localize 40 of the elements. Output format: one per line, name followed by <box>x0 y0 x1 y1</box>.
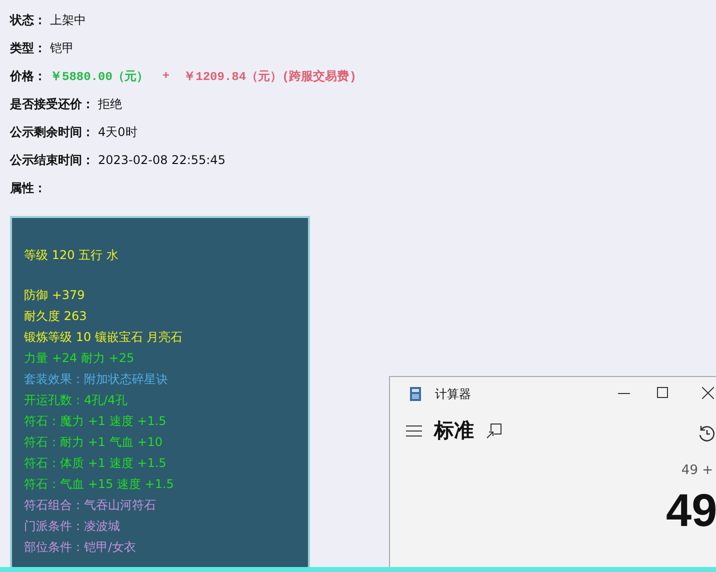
attribute-line: 开运孔数：4孔/4孔 <box>24 392 128 409</box>
calculator-icon <box>410 387 421 401</box>
attribute-line: 等级 120 五行 水 <box>24 247 120 264</box>
keep-on-top-icon[interactable] <box>486 422 502 438</box>
attribute-line: 部位条件：铠甲/女衣 <box>24 539 138 556</box>
attribute-line: 防御 +379 <box>24 287 86 304</box>
field-label: 属性： <box>10 180 46 196</box>
attribute-line: 符石：魔力 +1 速度 +1.5 <box>24 413 168 430</box>
attribute-line: 锻炼等级 10 镶嵌宝石 月亮石 <box>24 329 184 346</box>
field-label: 类型： <box>10 40 46 56</box>
price-text: + <box>162 69 170 83</box>
history-icon[interactable] <box>698 425 716 443</box>
field-value: 铠甲 <box>50 40 74 56</box>
attribute-line: 套装效果：附加状态碎星诀 <box>24 371 169 388</box>
mode-title: 标准 <box>434 417 474 444</box>
field-value: 拒绝 <box>98 96 122 112</box>
field-label: 价格： <box>10 68 46 84</box>
expression-text: 49 + <box>681 463 713 478</box>
close-icon[interactable] <box>702 387 714 399</box>
price-text: ￥5880.00（元） <box>50 68 148 84</box>
field-label: 状态： <box>10 12 46 28</box>
attribute-line: 力量 +24 耐力 +25 <box>24 350 136 367</box>
attribute-line: 符石：体质 +1 速度 +1.5 <box>24 455 168 472</box>
result-display: 49 <box>666 483 716 537</box>
attribute-line: 符石：耐力 +1 气血 +10 <box>24 434 164 451</box>
attribute-line: 耐久度 263 <box>24 308 88 325</box>
field-value: 4天0时 <box>98 124 138 140</box>
field-value: 2023-02-08 22:55:45 <box>98 153 226 167</box>
attribute-line: 符石组合：气吞山河符石 <box>24 497 157 514</box>
price-text: ￥1209.84（元）(跨服交易费) <box>184 68 356 84</box>
attribute-line: 符石：气血 +15 速度 +1.5 <box>24 476 175 493</box>
field-label: 公示结束时间： <box>10 152 94 168</box>
field-value: 上架中 <box>50 12 86 28</box>
field-label: 是否接受还价： <box>10 96 94 112</box>
menu-icon[interactable] <box>406 424 422 436</box>
maximize-icon[interactable] <box>657 387 668 398</box>
minimize-icon[interactable] <box>618 393 630 395</box>
window-title: 计算器 <box>435 386 471 402</box>
field-label: 公示剩余时间： <box>10 124 94 140</box>
attribute-line: 门派条件：凌波城 <box>24 518 121 535</box>
